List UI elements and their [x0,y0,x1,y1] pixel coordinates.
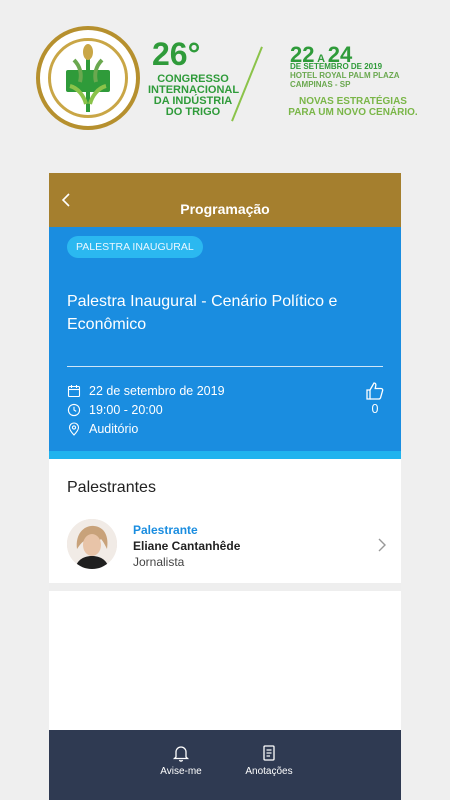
like-count: 0 [371,402,379,416]
congress-logo [36,26,140,130]
speaker-role: Palestrante [133,523,198,537]
category-badge: PALESTRA INAUGURAL [67,236,203,258]
avatar [67,519,117,569]
bell-icon [172,746,190,762]
event-date: 22 de setembro de 2019 [89,384,225,398]
nav-label-notes: Anotações [245,766,293,777]
hero-divider [67,366,383,367]
speaker-photo [67,519,117,569]
wheat-icon [66,44,110,112]
banner-tagline: NOVAS ESTRATÉGIAS PARA UM NOVO CENÁRIO. [288,96,418,118]
content-empty-area [49,591,401,730]
app-screen: Programação PALESTRA INAUGURAL Palestra … [49,173,401,800]
speaker-job: Jornalista [133,555,185,569]
speaker-list-item[interactable]: Palestrante Eliane Cantanhêde Jornalista [49,509,401,579]
hero-accent-strip [49,451,401,459]
section-separator [49,583,401,591]
bottom-nav: Avise-me Anotações [49,730,401,800]
event-title: Palestra Inaugural - Cenário Político e … [67,293,338,333]
notes-icon [263,745,275,761]
nav-label-notify: Avise-me [160,766,202,777]
page-title: Programação [180,201,270,217]
nav-item-notes[interactable]: Anotações [237,744,301,777]
edition-number: 26° [152,36,201,72]
event-time-row: 19:00 - 20:00 [67,401,163,419]
speaker-name: Eliane Cantanhêde [133,539,241,553]
clock-icon [67,403,81,417]
speakers-title: Palestrantes [67,479,156,496]
event-date-row: 22 de setembro de 2019 [67,382,225,400]
like-button[interactable] [365,381,385,401]
venue-info: DE SETEMBRO DE 2019 HOTEL ROYAL PALM PLA… [290,62,400,89]
congress-name: CONGRESSO INTERNACIONAL DA INDÚSTRIA DO … [148,73,240,118]
nav-item-notify[interactable]: Avise-me [149,744,213,777]
event-location: Auditório [89,422,139,436]
location-pin-icon [68,422,80,436]
event-banner: 26° CONGRESSO INTERNACIONAL DA INDÚSTRIA… [0,0,450,140]
event-location-row: Auditório [67,420,138,438]
thumbs-up-icon [366,382,384,400]
top-bar: Programação [49,173,401,227]
event-time: 19:00 - 20:00 [89,403,163,417]
chevron-right-icon [378,538,386,552]
calendar-icon [67,385,81,398]
